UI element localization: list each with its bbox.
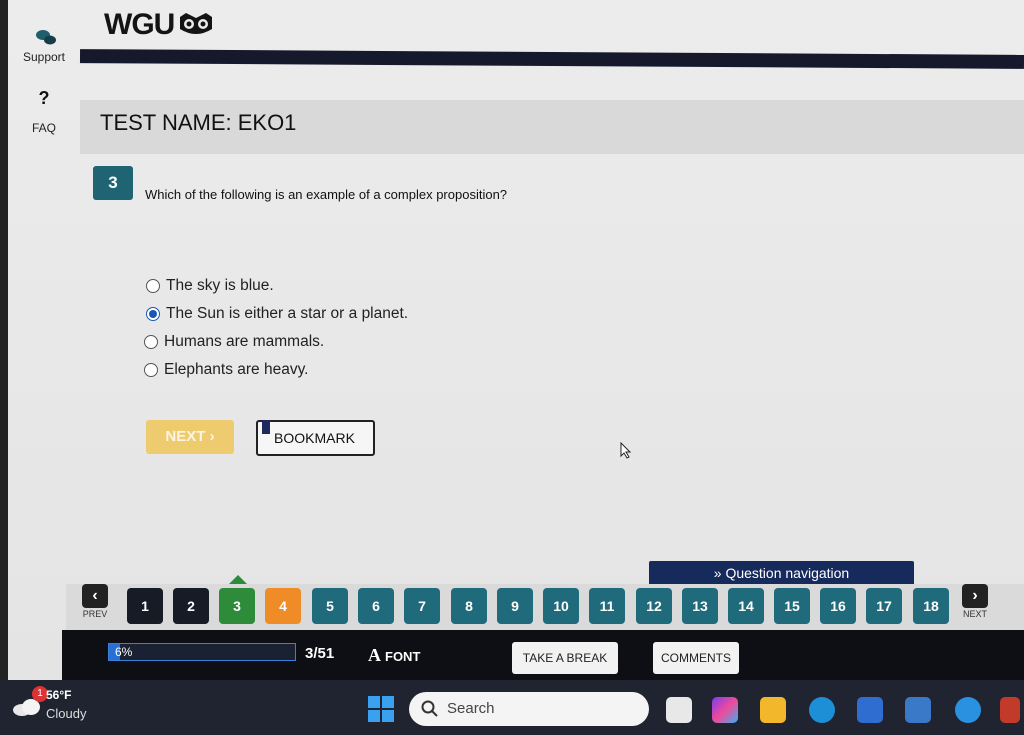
windows-start-icon[interactable]: [368, 696, 394, 722]
answer-label: The Sun is either a star or a planet.: [166, 305, 409, 322]
font-label: FONT: [385, 649, 421, 664]
question-nav-button[interactable]: 7: [404, 588, 440, 624]
search-icon: [421, 700, 438, 717]
question-nav-button[interactable]: 16: [820, 588, 856, 624]
chat-icon: [36, 30, 56, 45]
next-question-button[interactable]: › NEXT: [960, 584, 990, 619]
question-nav-button[interactable]: 10: [543, 588, 579, 624]
answer-option[interactable]: The Sun is either a star or a planet.: [146, 300, 408, 328]
question-nav-button[interactable]: 2: [173, 588, 209, 624]
bookmark-button[interactable]: BOOKMARK: [256, 420, 375, 456]
font-icon: A: [368, 645, 381, 665]
wgu-logo: WGU: [104, 8, 214, 42]
microsoft-store-icon[interactable]: [857, 697, 883, 723]
current-question-pointer: [229, 575, 247, 584]
mouse-cursor-icon: [620, 442, 632, 459]
question-nav-button[interactable]: 17: [866, 588, 902, 624]
answer-option[interactable]: The sky is blue.: [146, 272, 408, 300]
question-nav-button[interactable]: 13: [682, 588, 718, 624]
take-a-break-button[interactable]: TAKE A BREAK: [512, 642, 618, 674]
search-placeholder: Search: [447, 700, 495, 717]
answer-label: The sky is blue.: [166, 277, 274, 294]
question-nav-button[interactable]: 9: [497, 588, 533, 624]
faq-link[interactable]: ? FAQ: [8, 88, 80, 135]
header-divider: [79, 49, 1024, 69]
support-label: Support: [22, 50, 66, 64]
question-nav-button[interactable]: 12: [636, 588, 672, 624]
app-icon[interactable]: [1000, 697, 1020, 723]
screen-bezel: [0, 0, 8, 680]
question-nav-button-flagged[interactable]: 4: [265, 588, 301, 624]
question-nav-button[interactable]: 1: [127, 588, 163, 624]
question-text: Which of the following is an example of …: [145, 187, 508, 202]
chrome-like-icon[interactable]: [955, 697, 981, 723]
logo-text: WGU: [104, 8, 175, 41]
progress-bar: 6%: [108, 643, 296, 661]
task-view-icon[interactable]: [666, 697, 692, 723]
support-link[interactable]: Support: [8, 12, 80, 64]
chevron-left-icon: ‹: [82, 584, 108, 608]
app-icon[interactable]: [905, 697, 931, 723]
question-mark-icon: ?: [38, 88, 50, 108]
next-nav-label: NEXT: [962, 609, 987, 619]
answer-option[interactable]: Humans are mammals.: [144, 328, 408, 356]
file-explorer-icon[interactable]: [760, 697, 786, 723]
faq-label: FAQ: [31, 121, 56, 135]
copilot-icon[interactable]: [712, 697, 738, 723]
question-nav-button[interactable]: 8: [451, 588, 487, 624]
answer-option[interactable]: Elephants are heavy.: [144, 356, 408, 384]
question-nav-button[interactable]: 14: [728, 588, 764, 624]
exam-window: Support ? FAQ WGU TEST NAME: EKO1 3 Whic…: [0, 0, 1024, 680]
radio-button[interactable]: [146, 279, 160, 293]
test-title-bar: TEST NAME: EKO1: [80, 100, 1024, 154]
radio-button[interactable]: [144, 335, 158, 349]
next-button[interactable]: NEXT ›: [146, 420, 234, 454]
progress-percent: 6%: [115, 645, 133, 659]
radio-button[interactable]: [144, 363, 158, 377]
bookmark-label: BOOKMARK: [274, 430, 355, 446]
test-name: TEST NAME: EKO1: [100, 110, 297, 135]
radio-button-selected[interactable]: [146, 307, 160, 321]
question-nav-button-current[interactable]: 3: [219, 588, 255, 624]
question-nav-button[interactable]: 11: [589, 588, 625, 624]
font-button[interactable]: A FONT: [368, 645, 420, 666]
prev-question-button[interactable]: ‹ PREV: [80, 584, 110, 619]
owl-icon: [180, 13, 213, 34]
question-count: 3/51: [305, 645, 335, 662]
question-nav-button[interactable]: 6: [358, 588, 394, 624]
question-nav-button[interactable]: 5: [312, 588, 348, 624]
answer-label: Elephants are heavy.: [164, 361, 309, 378]
weather-condition: Cloudy: [46, 706, 87, 721]
answer-label: Humans are mammals.: [164, 333, 325, 350]
question-navigation-toggle[interactable]: » Question navigation: [649, 561, 914, 585]
question-nav-button[interactable]: 15: [774, 588, 810, 624]
taskbar-search[interactable]: Search: [409, 692, 649, 726]
temperature: 56°F: [46, 688, 72, 702]
chevron-right-icon: ›: [962, 584, 988, 608]
answer-options: The sky is blue. The Sun is either a sta…: [144, 272, 408, 384]
bookmark-icon: [262, 420, 270, 434]
prev-label: PREV: [82, 609, 108, 619]
comments-button[interactable]: COMMENTS: [653, 642, 739, 674]
question-number-badge: 3: [93, 166, 133, 200]
edge-browser-icon[interactable]: [809, 697, 835, 723]
left-rail: Support ? FAQ: [8, 0, 80, 580]
question-nav-button[interactable]: 18: [913, 588, 949, 624]
